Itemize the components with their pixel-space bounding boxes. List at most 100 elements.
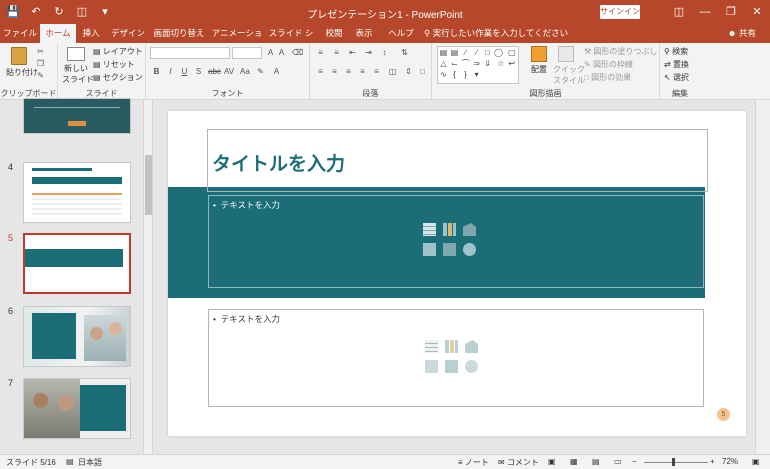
smartart-icon[interactable]: □ [418,67,427,76]
reading-view-icon[interactable]: ▤ [592,457,600,466]
slide-thumbnail[interactable] [23,162,131,223]
insert-table-icon[interactable] [423,223,436,236]
tell-me-search[interactable]: ⚲ 実行したい作業を入力してください [424,24,568,42]
brace-left-shape-icon[interactable]: { [449,69,460,80]
insert-picture-icon[interactable] [425,360,438,373]
proofing-icon[interactable]: ▤ [66,457,74,466]
comments-button[interactable]: ✉ コメント [498,457,539,468]
insert-video-icon[interactable] [463,243,476,256]
character-spacing-icon[interactable]: AV [224,67,234,76]
slide-thumbnail[interactable] [23,98,131,134]
zoom-slider-handle[interactable] [672,458,675,466]
fit-slide-icon[interactable]: ▣ [752,457,760,466]
rounded-rect-shape-icon[interactable]: ▢ [506,47,517,58]
tab-file[interactable]: ファイル [0,24,40,43]
slide-thumbnail[interactable] [23,378,131,439]
quick-styles-button[interactable]: クイック スタイル [553,46,585,86]
ribbon-display-options-icon[interactable]: ◫ [666,0,692,24]
justify-icon[interactable]: ≡ [358,67,367,76]
replace-button[interactable]: ⇄ 置換 [664,59,689,70]
share-button[interactable]: ☻ 共有 [728,24,756,42]
tab-review[interactable]: 校閲 [322,24,346,43]
decrease-indent-icon[interactable]: ⇤ [348,48,357,57]
wave-shape-icon[interactable]: ∿ [438,69,449,80]
align-left-icon[interactable]: ≡ [316,67,325,76]
align-text-icon[interactable]: ⇕ [404,67,413,76]
bold-icon[interactable]: B [152,67,161,76]
minimize-icon[interactable]: — [692,0,718,24]
arrow-right-shape-icon[interactable]: ⇒ [471,58,482,69]
shape-outline-button[interactable]: ✎ 図形の枠線 [584,59,633,70]
font-name-input[interactable] [150,47,230,59]
language-indicator[interactable]: 日本語 [78,457,102,468]
tab-transitions[interactable]: 画面切り替え [152,24,206,43]
tab-view[interactable]: 表示 [352,24,376,43]
zoom-out-icon[interactable]: − [632,457,637,466]
insert-online-picture-icon[interactable] [445,360,458,373]
section-button[interactable]: ▤ セクション [93,72,143,83]
tab-design[interactable]: デザイン [108,24,148,43]
insert-smartart-icon[interactable] [465,340,478,353]
star-shape-icon[interactable]: ☆ [495,58,506,69]
tab-insert[interactable]: 挿入 [78,24,104,43]
tab-slideshow[interactable]: スライド ショー [266,24,316,56]
cut-icon[interactable]: ✂ [36,47,45,56]
brace-right-shape-icon[interactable]: } [460,69,471,80]
rectangle-shape-icon[interactable]: □ [482,47,493,58]
insert-video-icon[interactable] [465,360,478,373]
line2-shape-icon[interactable]: ∕ [471,47,482,58]
select-button[interactable]: ↖ 選択 [664,72,689,83]
triangle-shape-icon[interactable]: △ [438,58,449,69]
more-shapes-icon[interactable]: ▾ [471,69,482,80]
line-spacing-icon[interactable]: ↕ [380,48,389,57]
zoom-in-icon[interactable]: + [710,457,715,466]
font-size-input[interactable] [232,47,262,59]
bullets-icon[interactable]: ≡ [316,48,325,57]
shape-fill-button[interactable]: ⚒ 図形の塗りつぶし [584,46,658,57]
insert-chart-icon[interactable] [445,340,458,353]
numbering-icon[interactable]: ≡ [332,48,341,57]
restore-icon[interactable]: ❐ [718,0,744,24]
increase-font-icon[interactable]: A [266,48,275,57]
insert-online-picture-icon[interactable] [443,243,456,256]
strikethrough-icon[interactable]: abc [208,67,221,76]
thumbnail-scrollbar[interactable] [143,100,153,454]
notes-button[interactable]: ≡ ノート [458,457,489,468]
align-center-icon[interactable]: ≡ [330,67,339,76]
change-case-icon[interactable]: Aa [240,67,250,76]
find-button[interactable]: ⚲ 検索 [664,46,688,57]
textbox-shape-icon[interactable]: ▤ [438,47,449,58]
tab-help[interactable]: ヘルプ [386,24,416,43]
insert-smartart-icon[interactable] [463,223,476,236]
sign-in-button[interactable]: サインイン [600,5,640,19]
shadow-icon[interactable]: S [194,67,203,76]
content-placeholder-2[interactable]: • テキストを入力 [208,309,704,407]
oval-shape-icon[interactable]: ◯ [493,47,504,58]
close-icon[interactable]: ✕ [744,0,770,24]
font-color-icon[interactable]: A [272,67,281,76]
decrease-font-icon[interactable]: A [277,48,286,57]
slide-sorter-icon[interactable]: ▦ [570,457,578,466]
zoom-level[interactable]: 72% [722,457,738,466]
shapes-gallery[interactable]: ▤ ▤ ∕ ∕ □ ◯ ▢△ ⌙ ⌒ ⇒ ⇓ ☆ ↩∿{} ▾ [437,46,519,84]
arrange-button[interactable]: 配置 [526,46,552,75]
clear-format-icon[interactable]: ⌫ [292,48,303,57]
tab-home[interactable]: ホーム [40,24,76,43]
insert-picture-icon[interactable] [423,243,436,256]
columns-icon[interactable]: ◫ [388,67,397,76]
text-direction-icon[interactable]: ⇅ [400,48,409,57]
underline-icon[interactable]: U [180,67,189,76]
new-slide-button[interactable]: 新しい スライド [62,47,94,85]
zoom-slider[interactable] [644,462,708,463]
reset-button[interactable]: ▤ リセット [93,59,135,70]
slide-thumbnail[interactable] [23,306,131,367]
textbox-v-shape-icon[interactable]: ▤ [449,47,460,58]
curve-shape-icon[interactable]: ⌒ [460,58,471,69]
slide-vertical-scrollbar[interactable] [755,100,770,454]
highlight-icon[interactable]: ✎ [256,67,265,76]
tab-animations[interactable]: アニメーション [210,24,264,56]
slide-thumbnail-active[interactable] [23,233,131,294]
scroll-thumb[interactable] [145,155,152,215]
elbow-shape-icon[interactable]: ⌙ [449,58,460,69]
insert-chart-icon[interactable] [443,223,456,236]
